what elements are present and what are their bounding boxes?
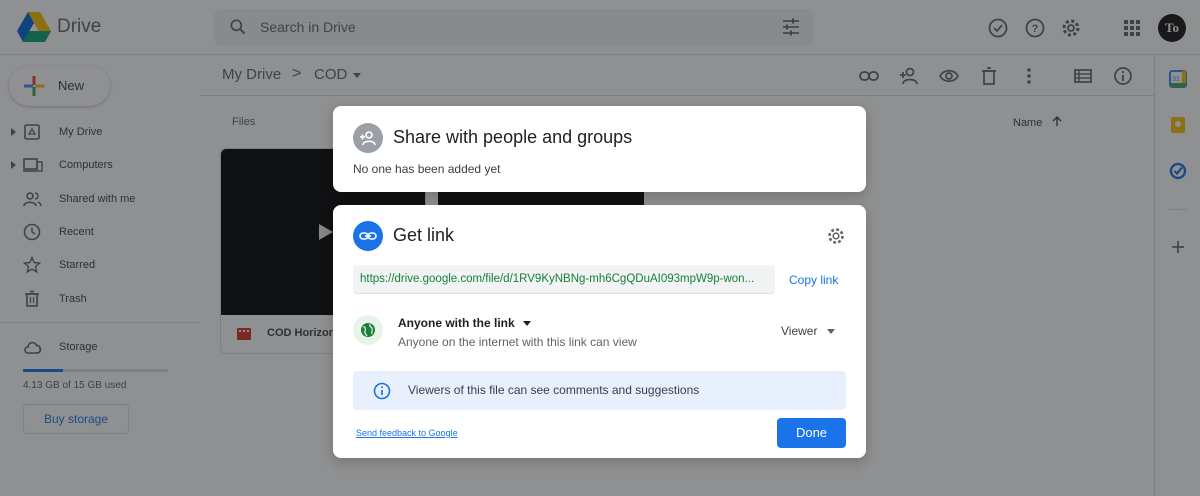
share-link-field[interactable]: https://drive.google.com/file/d/1RV9KyNB… (353, 265, 775, 294)
add-person-icon (360, 131, 376, 146)
info-banner: Viewers of this file can see comments an… (353, 371, 846, 410)
info-icon (373, 382, 391, 400)
globe-icon (361, 323, 375, 337)
public-access-avatar (353, 315, 383, 345)
info-banner-text: Viewers of this file can see comments an… (408, 383, 700, 397)
copy-link-button[interactable]: Copy link (789, 273, 838, 287)
send-feedback-link[interactable]: Send feedback to Google (356, 428, 458, 438)
share-link-url[interactable]: https://drive.google.com/file/d/1RV9KyNB… (360, 273, 770, 285)
link-icon (359, 232, 377, 240)
get-link-dialog: Get link https://drive.google.com/file/d… (333, 205, 866, 458)
link-avatar (353, 221, 383, 251)
share-dialog: Share with people and groups No one has … (333, 106, 866, 192)
chevron-down-icon (827, 329, 836, 335)
general-access-description: Anyone on the internet with this link ca… (398, 335, 637, 349)
share-dialog-title: Share with people and groups (393, 127, 633, 147)
done-button[interactable]: Done (777, 418, 846, 448)
general-access-dropdown[interactable]: Anyone with the link (398, 316, 531, 330)
get-link-title: Get link (393, 225, 455, 245)
general-access-label: Anyone with the link (398, 316, 515, 330)
settings-icon[interactable] (826, 226, 846, 246)
role-dropdown[interactable]: Viewer (781, 324, 836, 338)
share-dialog-subtitle: No one has been added yet (353, 162, 501, 176)
chevron-down-icon (522, 321, 531, 327)
role-label: Viewer (781, 324, 818, 338)
add-people-avatar (353, 123, 383, 153)
